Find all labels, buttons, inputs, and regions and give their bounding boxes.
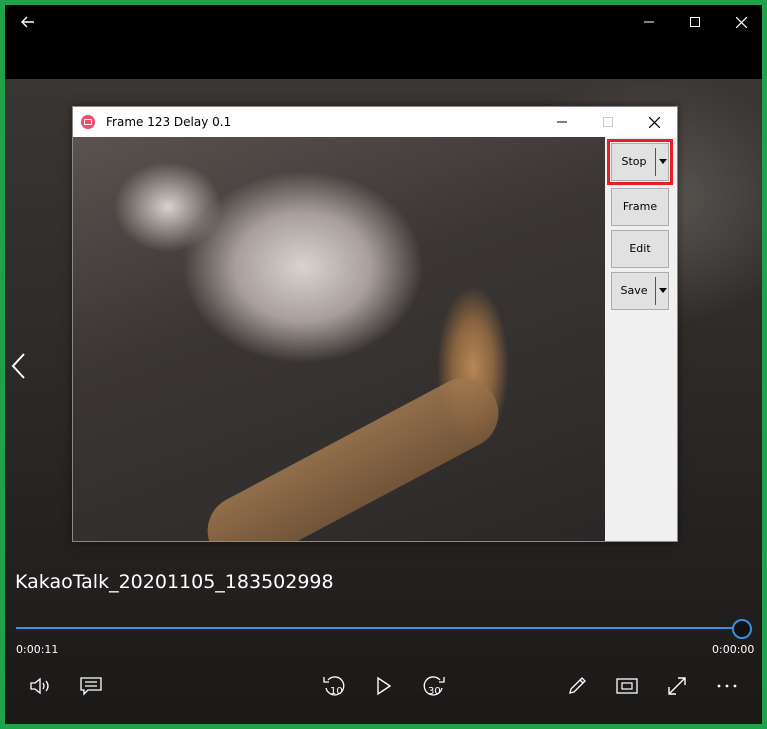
capture-minimize-button[interactable] (539, 107, 585, 137)
split-separator (655, 148, 656, 176)
capture-preview (73, 137, 605, 541)
capture-window-title: Frame 123 Delay 0.1 (106, 115, 232, 129)
maximize-icon (690, 17, 700, 27)
close-icon (648, 116, 660, 128)
fullscreen-button[interactable] (660, 673, 694, 699)
video-player: Frame 123 Delay 0.1 Stop Frame Edit Save… (5, 5, 762, 724)
frame-label: Frame (622, 200, 658, 213)
frame-button[interactable]: Frame (611, 188, 669, 226)
minimize-icon (644, 21, 654, 23)
skip-forward-icon: 30 (423, 676, 445, 697)
video-title: KakaoTalk_20201105_183502998 (15, 571, 334, 593)
back-arrow-icon (21, 16, 34, 28)
more-options-button[interactable] (710, 673, 744, 699)
seek-bar[interactable] (16, 627, 741, 629)
subtitles-button[interactable] (74, 673, 108, 699)
fullscreen-icon (668, 677, 686, 695)
previous-button[interactable] (11, 353, 31, 381)
maximize-icon (603, 117, 613, 127)
back-button[interactable] (8, 9, 48, 35)
dropdown-arrow-icon[interactable] (659, 159, 667, 164)
capture-window: Frame 123 Delay 0.1 Stop Frame Edit Save (72, 106, 678, 542)
maximize-button[interactable] (675, 9, 715, 35)
mini-view-button[interactable] (610, 673, 644, 699)
pen-icon (569, 677, 586, 694)
previous-chevron-icon (11, 353, 25, 379)
close-button[interactable] (721, 9, 761, 35)
play-icon (377, 676, 392, 696)
capture-controls: Stop Frame Edit Save (605, 137, 677, 541)
skip-back-button[interactable]: 10 (317, 673, 351, 699)
skip-forward-button[interactable]: 30 (417, 673, 451, 699)
mini-view-icon (616, 678, 638, 694)
subtitles-icon (80, 677, 102, 696)
remaining-time: 0:00:00 (712, 643, 755, 656)
skip-back-icon: 10 (323, 676, 345, 697)
minimize-icon (557, 121, 567, 123)
stop-label: Stop (621, 155, 647, 168)
volume-icon (30, 677, 49, 695)
close-icon (735, 16, 747, 28)
edit-video-button[interactable] (560, 673, 594, 699)
capture-window-title-bar: Frame 123 Delay 0.1 (73, 107, 677, 137)
dropdown-arrow-icon[interactable] (659, 288, 667, 293)
save-button[interactable]: Save (611, 272, 669, 310)
save-label: Save (620, 284, 648, 297)
capture-close-button[interactable] (631, 107, 677, 137)
stop-button[interactable]: Stop (607, 139, 673, 185)
minimize-button[interactable] (629, 9, 669, 35)
title-bar (5, 5, 762, 41)
seek-thumb[interactable] (732, 619, 752, 639)
volume-button[interactable] (24, 673, 58, 699)
skip-forward-seconds: 30 (428, 686, 441, 697)
skip-back-seconds: 10 (330, 686, 343, 697)
more-icon (717, 684, 737, 688)
edit-button[interactable]: Edit (611, 230, 669, 268)
elapsed-time: 0:00:11 (16, 643, 59, 656)
camera-app-icon (81, 115, 95, 129)
preview-arm-shape (195, 365, 511, 541)
edit-label: Edit (629, 242, 651, 255)
capture-maximize-button (585, 107, 631, 137)
play-button[interactable] (367, 673, 401, 699)
split-separator (655, 277, 656, 305)
